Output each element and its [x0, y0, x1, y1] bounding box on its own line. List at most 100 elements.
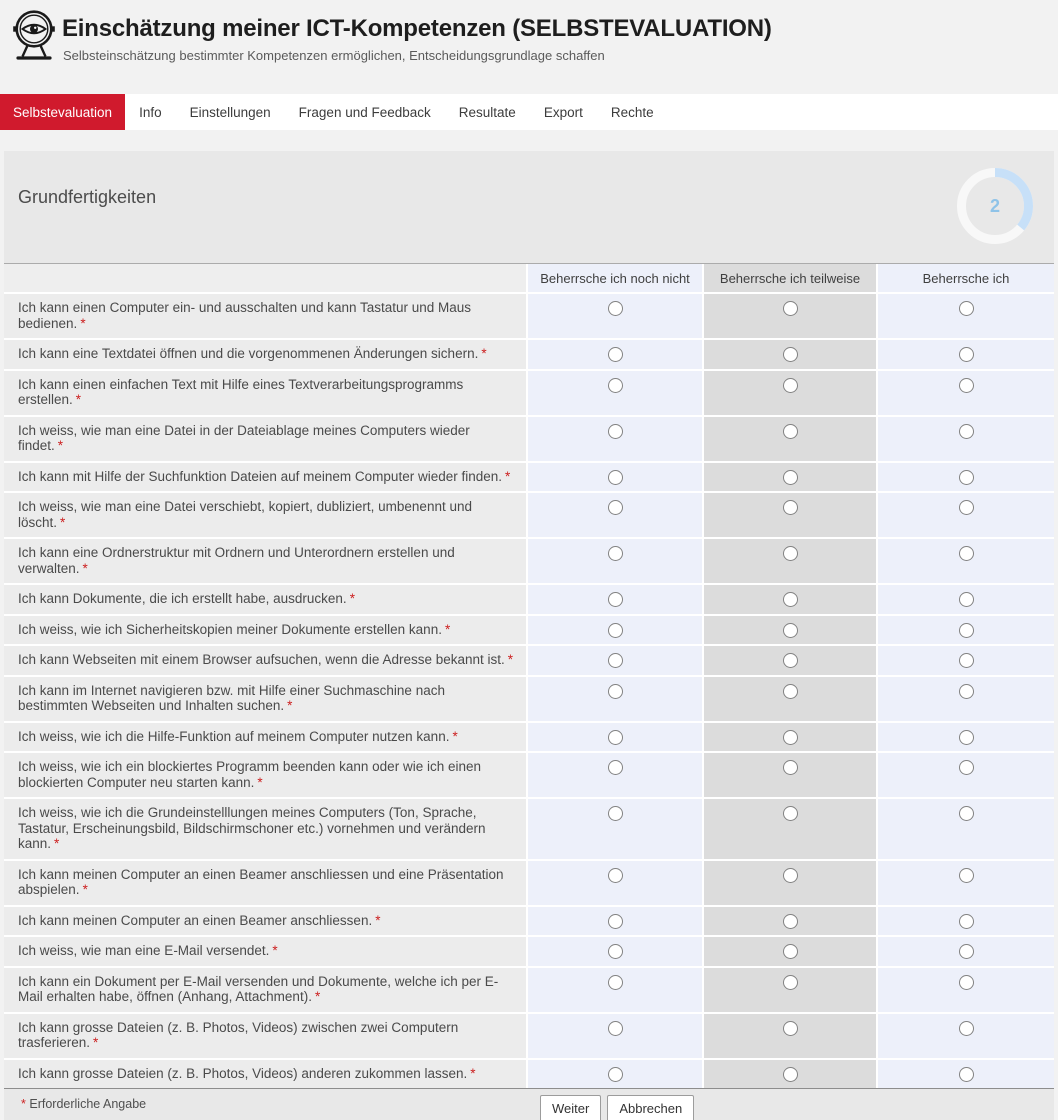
radio-option-2[interactable] — [783, 1067, 798, 1082]
radio-option-3[interactable] — [959, 730, 974, 745]
answer-cell — [528, 417, 702, 461]
answer-cell — [528, 968, 702, 1012]
radio-option-2[interactable] — [783, 730, 798, 745]
radio-option-3[interactable] — [959, 1067, 974, 1082]
question-cell: Ich weiss, wie man eine Datei verschiebt… — [4, 493, 526, 537]
radio-option-3[interactable] — [959, 301, 974, 316]
radio-option-2[interactable] — [783, 944, 798, 959]
required-asterisk: * — [257, 775, 262, 790]
radio-option-2[interactable] — [783, 301, 798, 316]
radio-option-3[interactable] — [959, 868, 974, 883]
required-asterisk: * — [508, 652, 513, 667]
question-text: Ich kann im Internet navigieren bzw. mit… — [18, 683, 445, 714]
radio-option-1[interactable] — [608, 424, 623, 439]
required-asterisk: * — [505, 469, 510, 484]
radio-option-2[interactable] — [783, 806, 798, 821]
progress-ring: 2 — [953, 164, 1037, 248]
answer-cell — [878, 340, 1054, 369]
required-asterisk: * — [315, 989, 320, 1004]
radio-option-1[interactable] — [608, 470, 623, 485]
radio-option-2[interactable] — [783, 868, 798, 883]
answer-cell — [878, 463, 1054, 492]
radio-option-3[interactable] — [959, 1021, 974, 1036]
radio-option-3[interactable] — [959, 806, 974, 821]
radio-option-3[interactable] — [959, 975, 974, 990]
abbrechen-button[interactable]: Abbrechen — [607, 1095, 694, 1120]
tab-rechte[interactable]: Rechte — [597, 94, 668, 130]
radio-option-1[interactable] — [608, 760, 623, 775]
tab-export[interactable]: Export — [530, 94, 597, 130]
radio-option-3[interactable] — [959, 684, 974, 699]
answer-cell — [704, 616, 876, 645]
page-title: Einschätzung meiner ICT-Kompetenzen (SEL… — [62, 15, 772, 43]
weiter-button[interactable]: Weiter — [540, 1095, 601, 1120]
question-text: Ich kann meinen Computer an einen Beamer… — [18, 913, 372, 928]
required-asterisk: * — [83, 882, 88, 897]
radio-option-2[interactable] — [783, 546, 798, 561]
radio-option-1[interactable] — [608, 806, 623, 821]
radio-option-1[interactable] — [608, 301, 623, 316]
tab-info[interactable]: Info — [125, 94, 176, 130]
radio-option-2[interactable] — [783, 684, 798, 699]
radio-option-2[interactable] — [783, 592, 798, 607]
radio-option-2[interactable] — [783, 378, 798, 393]
radio-option-2[interactable] — [783, 975, 798, 990]
answer-cell — [878, 753, 1054, 797]
radio-option-3[interactable] — [959, 760, 974, 775]
radio-option-1[interactable] — [608, 914, 623, 929]
radio-option-3[interactable] — [959, 653, 974, 668]
tab-selbstevaluation[interactable]: Selbstevaluation — [0, 94, 125, 130]
radio-option-2[interactable] — [783, 760, 798, 775]
radio-option-1[interactable] — [608, 975, 623, 990]
radio-option-2[interactable] — [783, 653, 798, 668]
radio-option-3[interactable] — [959, 378, 974, 393]
radio-option-1[interactable] — [608, 592, 623, 607]
radio-option-2[interactable] — [783, 470, 798, 485]
radio-option-1[interactable] — [608, 944, 623, 959]
radio-option-3[interactable] — [959, 944, 974, 959]
radio-option-3[interactable] — [959, 424, 974, 439]
required-asterisk: * — [60, 515, 65, 530]
radio-option-1[interactable] — [608, 378, 623, 393]
radio-option-1[interactable] — [608, 546, 623, 561]
content-panel: Grundfertigkeiten 2 Beherrsche ich noch … — [4, 151, 1054, 1120]
tab-einstellungen[interactable]: Einstellungen — [176, 94, 285, 130]
radio-option-1[interactable] — [608, 868, 623, 883]
required-asterisk: * — [83, 561, 88, 576]
required-asterisk: * — [481, 346, 486, 361]
radio-option-1[interactable] — [608, 623, 623, 638]
question-text: Ich kann Dokumente, die ich erstellt hab… — [18, 591, 347, 606]
radio-option-3[interactable] — [959, 500, 974, 515]
radio-option-2[interactable] — [783, 1021, 798, 1036]
radio-option-3[interactable] — [959, 546, 974, 561]
radio-option-3[interactable] — [959, 470, 974, 485]
radio-option-2[interactable] — [783, 347, 798, 362]
radio-option-1[interactable] — [608, 500, 623, 515]
answer-cell — [704, 493, 876, 537]
radio-option-3[interactable] — [959, 592, 974, 607]
radio-option-3[interactable] — [959, 623, 974, 638]
answer-cell — [528, 799, 702, 859]
radio-option-1[interactable] — [608, 347, 623, 362]
radio-option-1[interactable] — [608, 730, 623, 745]
tab-resultate[interactable]: Resultate — [445, 94, 530, 130]
radio-option-2[interactable] — [783, 623, 798, 638]
radio-option-3[interactable] — [959, 914, 974, 929]
radio-option-2[interactable] — [783, 500, 798, 515]
radio-option-2[interactable] — [783, 424, 798, 439]
footer-buttons: Weiter Abbrechen — [540, 1095, 694, 1120]
radio-option-1[interactable] — [608, 684, 623, 699]
answer-cell — [528, 753, 702, 797]
radio-option-3[interactable] — [959, 347, 974, 362]
question-cell: Ich weiss, wie man eine Datei in der Dat… — [4, 417, 526, 461]
radio-option-2[interactable] — [783, 914, 798, 929]
radio-option-1[interactable] — [608, 1021, 623, 1036]
answer-cell — [878, 1060, 1054, 1089]
required-asterisk: * — [272, 943, 277, 958]
radio-option-1[interactable] — [608, 1067, 623, 1082]
answer-cell — [878, 417, 1054, 461]
progress-step-number: 2 — [953, 164, 1037, 248]
question-text: Ich kann Webseiten mit einem Browser auf… — [18, 652, 505, 667]
radio-option-1[interactable] — [608, 653, 623, 668]
tab-fragen-und-feedback[interactable]: Fragen und Feedback — [285, 94, 445, 130]
